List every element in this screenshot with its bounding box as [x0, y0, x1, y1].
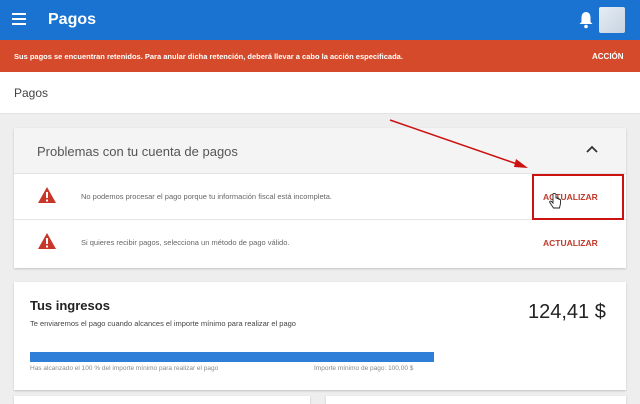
card-edge-right — [326, 396, 626, 404]
problems-header[interactable]: Problemas con tu cuenta de pagos — [14, 128, 626, 174]
payment-threshold-progress — [30, 352, 434, 362]
problem-text: No podemos procesar el pago porque tu in… — [81, 192, 332, 201]
page-title: Pagos — [14, 86, 49, 100]
hand-cursor-icon — [549, 193, 561, 209]
app-title: Pagos — [48, 11, 97, 28]
warning-icon — [38, 187, 56, 203]
progress-fill — [30, 352, 434, 362]
update-payment-method-button[interactable]: ACTUALIZAR — [543, 238, 598, 248]
progress-right-label: Importe mínimo de pago: 100,00 $ — [314, 365, 414, 372]
problem-text: Si quieres recibir pagos, selecciona un … — [81, 238, 290, 247]
income-amount: 124,41 $ — [528, 301, 606, 323]
retention-alert: Sus pagos se encuentran retenidos. Para … — [0, 40, 640, 72]
card-edge-left — [14, 396, 310, 404]
chevron-up-icon[interactable] — [586, 145, 598, 153]
avatar[interactable] — [599, 7, 625, 33]
progress-left-label: Has alcanzado el 100 % del importe mínim… — [30, 365, 219, 372]
page-header: Pagos — [0, 72, 640, 114]
app-bar: Pagos — [0, 0, 640, 40]
menu-icon[interactable] — [12, 13, 26, 25]
alert-message: Sus pagos se encuentran retenidos. Para … — [14, 52, 403, 61]
warning-icon — [38, 233, 56, 249]
bell-icon[interactable] — [578, 11, 594, 29]
income-subtitle: Te enviaremos el pago cuando alcances el… — [30, 319, 296, 328]
income-card: Tus ingresos Te enviaremos el pago cuand… — [14, 282, 626, 390]
problem-row: Si quieres recibir pagos, selecciona un … — [14, 220, 626, 266]
problems-title: Problemas con tu cuenta de pagos — [37, 144, 238, 159]
alert-action-button[interactable]: ACCIÓN — [592, 52, 624, 61]
income-title: Tus ingresos — [30, 298, 110, 313]
annotation-highlight-box — [532, 174, 624, 220]
next-cards-edge — [14, 396, 626, 404]
